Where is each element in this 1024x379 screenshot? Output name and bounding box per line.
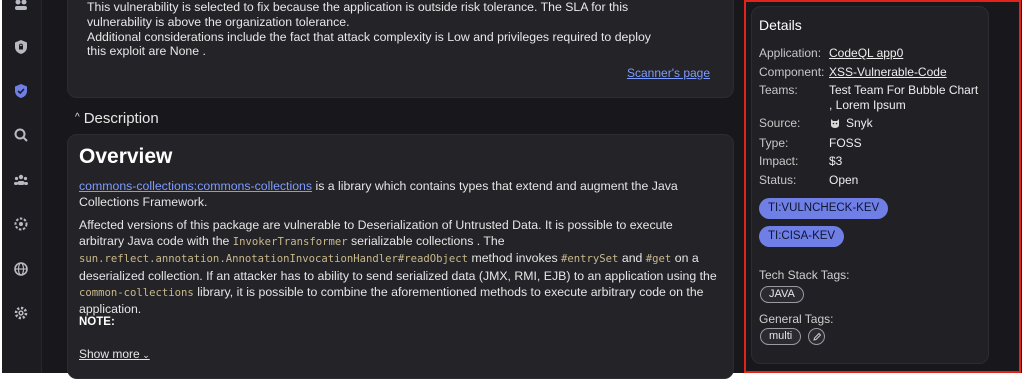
scanner-page-link[interactable]: Scanner's page — [627, 66, 710, 80]
code-snippet: #get — [645, 253, 672, 266]
show-more-label: Show more — [79, 347, 140, 361]
overview-paragraph: commons-collections:commons-collections … — [79, 178, 719, 210]
kev-tag-cisa[interactable]: TI:CISA-KEV — [759, 226, 845, 247]
risk-line: This vulnerability is selected to fix be… — [87, 0, 629, 14]
risk-line: Additional considerations include the fa… — [87, 29, 651, 44]
search-icon[interactable] — [12, 126, 30, 144]
description-toggle[interactable]: ^ Description — [75, 110, 159, 127]
edit-tags-button[interactable] — [808, 328, 825, 345]
globe-icon[interactable] — [12, 260, 30, 278]
tech-stack-tag[interactable]: JAVA — [760, 286, 804, 303]
paragraph-text: serializable collections . The — [347, 234, 505, 249]
sidebar-nav — [2, 0, 42, 373]
teams-value: Test Team For Bubble Chart , Lorem Ipsum — [829, 83, 979, 112]
component-label: Component: — [759, 65, 825, 79]
type-value: FOSS — [829, 136, 862, 150]
shield-lock-icon[interactable] — [12, 38, 30, 56]
snyk-dog-icon — [831, 119, 839, 128]
overview-title: Overview — [79, 145, 173, 168]
teams-label: Teams: — [759, 83, 798, 97]
application-label: Application: — [759, 46, 822, 60]
risk-explanation: This vulnerability is selected to fix be… — [87, 0, 727, 59]
source-value: Snyk — [829, 116, 873, 131]
people-icon[interactable] — [12, 0, 30, 14]
code-snippet: common-collections — [79, 286, 194, 299]
status-value: Open — [829, 173, 859, 187]
team-icon[interactable] — [12, 171, 30, 189]
risk-line: this exploit are None . — [87, 44, 206, 59]
settings-gear-icon[interactable] — [12, 304, 30, 322]
impact-value: $3 — [829, 154, 843, 168]
package-link[interactable]: commons-collections:commons-collections — [79, 179, 312, 193]
pencil-icon — [812, 332, 821, 341]
source-label: Source: — [759, 116, 801, 130]
code-snippet: sun.reflect.annotation.AnnotationInvocat… — [79, 253, 469, 266]
paragraph-text: method invokes — [468, 251, 562, 266]
details-title: Details — [759, 17, 802, 33]
chevron-down-icon: ⌄ — [139, 350, 150, 360]
code-snippet: InvokerTransformer — [232, 236, 348, 249]
shield-check-icon[interactable] — [12, 82, 30, 100]
impact-label: Impact: — [759, 154, 799, 168]
description-label: Description — [83, 110, 159, 127]
note-heading: NOTE: — [79, 316, 115, 328]
general-tags-label: General Tags: — [759, 312, 834, 326]
application-link[interactable]: CodeQL app0 — [829, 46, 903, 61]
vulnerability-paragraph: Affected versions of this package are vu… — [79, 217, 719, 317]
component-link[interactable]: XSS-Vulnerable-Code — [829, 65, 947, 80]
chevron-up-icon: ^ — [75, 112, 80, 123]
show-more-link[interactable]: Show more ⌄ — [79, 347, 150, 361]
status-label: Status: — [759, 173, 797, 187]
type-label: Type: — [759, 136, 789, 150]
tech-stack-label: Tech Stack Tags: — [759, 268, 850, 282]
risk-line: vulnerability is above the organization … — [87, 14, 350, 29]
general-tag[interactable]: multi — [760, 328, 802, 345]
kev-tag-vulncheck[interactable]: TI:VULNCHECK-KEV — [759, 198, 889, 219]
code-snippet: #entrySet — [561, 253, 619, 266]
source-name: Snyk — [846, 116, 873, 130]
paragraph-text: and — [618, 251, 646, 266]
integrations-gear-icon[interactable] — [12, 215, 30, 233]
